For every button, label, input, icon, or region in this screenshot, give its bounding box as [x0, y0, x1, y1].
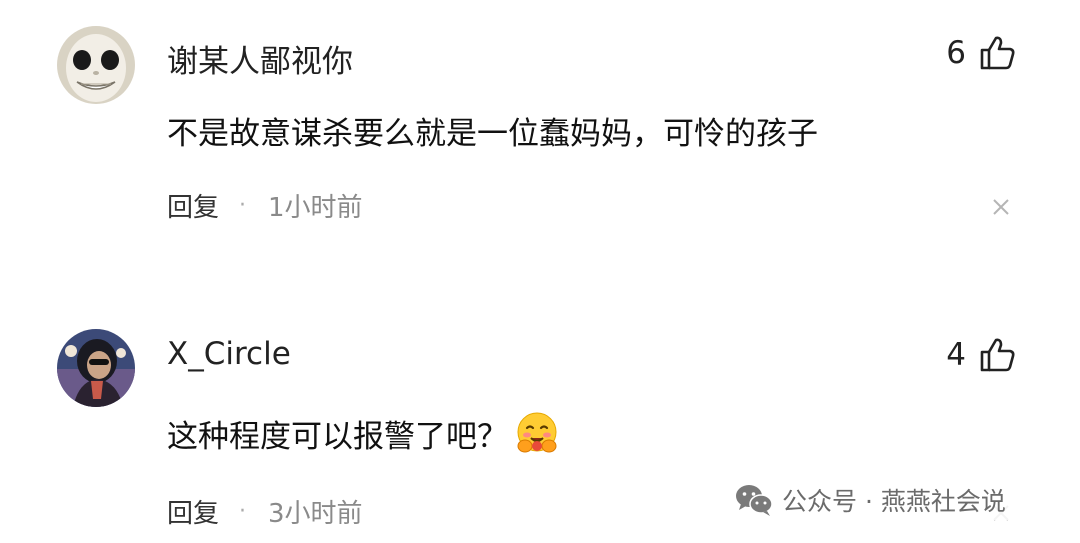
- reply-button[interactable]: 回复: [167, 493, 219, 530]
- comment-text-content: 这种程度可以报警了吧？: [167, 418, 508, 455]
- comment-text: 不是故意谋杀要么就是一位蠢妈妈，可怜的孩子: [167, 116, 818, 152]
- user-avatar[interactable]: [57, 329, 135, 407]
- white-face-avatar-icon: [57, 26, 135, 104]
- like-button[interactable]: 6: [946, 34, 1016, 72]
- thumbs-up-icon: [980, 338, 1015, 372]
- timestamp: 1小时前: [268, 193, 363, 223]
- user-avatar[interactable]: [57, 26, 135, 104]
- watermark-text: 公众号 · 燕燕社会说: [782, 487, 1006, 516]
- like-count: 4: [946, 337, 966, 373]
- username[interactable]: X_Circle: [167, 336, 291, 372]
- wechat-icon: [736, 485, 773, 516]
- watermark: 公众号 · 燕燕社会说: [728, 480, 1012, 520]
- separator-dot: ·: [239, 499, 247, 524]
- comment-text: 这种程度可以报警了吧？: [167, 410, 560, 456]
- thumbs-up-icon: [980, 36, 1015, 70]
- separator-dot: ·: [239, 193, 247, 218]
- dark-portrait-avatar-icon: [57, 329, 135, 407]
- comment-meta: 回复 · 1小时前: [167, 187, 363, 224]
- reply-button[interactable]: 回复: [167, 187, 219, 224]
- like-button[interactable]: 4: [946, 336, 1016, 374]
- hugging-face-emoji-icon: [517, 412, 557, 453]
- comment-item: 谢某人鄙视你 6 不是故意谋杀要么就是一位蠢妈妈，可怜的孩子 回复 · 1小时前: [0, 0, 1080, 270]
- comment-list: 谢某人鄙视你 6 不是故意谋杀要么就是一位蠢妈妈，可怜的孩子 回复 · 1小时前: [0, 0, 1080, 543]
- comment-meta: 回复 · 3小时前: [167, 493, 363, 530]
- username[interactable]: 谢某人鄙视你: [167, 36, 353, 81]
- like-count: 6: [946, 35, 966, 71]
- timestamp: 3小时前: [268, 499, 363, 529]
- close-icon[interactable]: [990, 196, 1012, 218]
